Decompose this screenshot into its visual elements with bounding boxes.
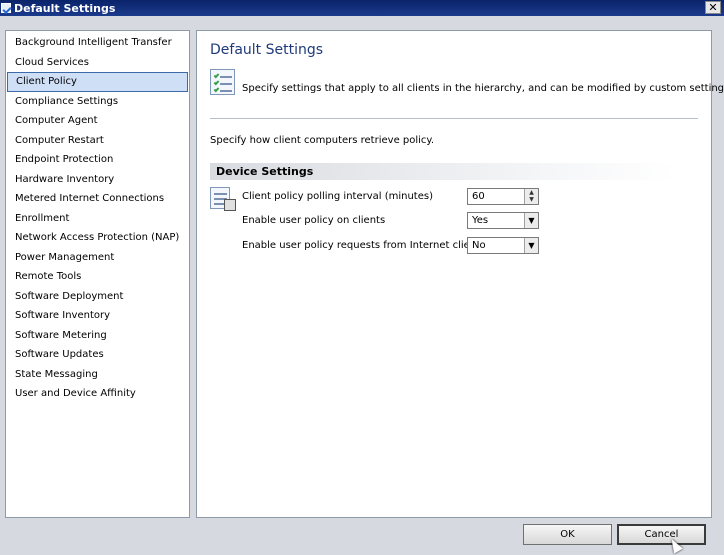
- settings-category-list: Background Intelligent Transfer Cloud Se…: [5, 30, 190, 518]
- intro-text: Specify settings that apply to all clien…: [242, 83, 724, 94]
- polling-interval-label: Client policy polling interval (minutes): [242, 191, 433, 202]
- chevron-down-icon[interactable]: ▼: [524, 238, 538, 253]
- sidebar-item-cloud-services[interactable]: Cloud Services: [7, 53, 188, 73]
- cancel-button[interactable]: Cancel: [617, 524, 706, 545]
- window-title: Default Settings: [14, 1, 116, 15]
- spinner-buttons[interactable]: ▲ ▼: [524, 189, 538, 204]
- section-description: Specify how client computers retrieve po…: [210, 135, 435, 146]
- spin-up-icon[interactable]: ▲: [525, 189, 538, 196]
- sidebar-item-compliance-settings[interactable]: Compliance Settings: [7, 92, 188, 112]
- settings-panel: Default Settings Specify settings that a…: [196, 30, 724, 518]
- checklist-icon: [210, 69, 235, 95]
- sidebar-item-software-deployment[interactable]: Software Deployment: [7, 287, 188, 307]
- title-bar: Default Settings ✕: [0, 0, 724, 16]
- sidebar-item-client-policy[interactable]: Client Policy: [7, 72, 188, 92]
- sidebar-item-background-intelligent-transfer[interactable]: Background Intelligent Transfer: [7, 33, 188, 53]
- internet-policy-label: Enable user policy requests from Interne…: [242, 240, 486, 251]
- sidebar-item-remote-tools[interactable]: Remote Tools: [7, 267, 188, 287]
- sidebar-item-network-access-protection[interactable]: Network Access Protection (NAP): [7, 228, 188, 248]
- polling-interval-spinner[interactable]: 60 ▲ ▼: [467, 188, 539, 205]
- internet-policy-dropdown[interactable]: No ▼: [467, 237, 539, 254]
- spin-down-icon[interactable]: ▼: [525, 196, 538, 203]
- sidebar-item-endpoint-protection[interactable]: Endpoint Protection: [7, 150, 188, 170]
- chevron-down-icon[interactable]: ▼: [524, 213, 538, 228]
- sidebar-item-computer-agent[interactable]: Computer Agent: [7, 111, 188, 131]
- app-icon: [1, 3, 11, 13]
- user-policy-dropdown[interactable]: Yes ▼: [467, 212, 539, 229]
- device-settings-icon: [210, 187, 238, 213]
- sidebar-item-power-management[interactable]: Power Management: [7, 248, 188, 268]
- sidebar-item-computer-restart[interactable]: Computer Restart: [7, 131, 188, 151]
- internet-policy-value: No: [472, 240, 486, 251]
- sidebar-item-metered-internet-connections[interactable]: Metered Internet Connections: [7, 189, 188, 209]
- divider: [210, 118, 698, 119]
- polling-interval-value: 60: [472, 191, 485, 202]
- sidebar-item-user-and-device-affinity[interactable]: User and Device Affinity: [7, 384, 188, 404]
- user-policy-value: Yes: [472, 215, 489, 226]
- user-policy-label: Enable user policy on clients: [242, 215, 386, 226]
- sidebar-item-software-inventory[interactable]: Software Inventory: [7, 306, 188, 326]
- sidebar-item-software-metering[interactable]: Software Metering: [7, 326, 188, 346]
- close-button[interactable]: ✕: [705, 1, 721, 14]
- group-header: Device Settings: [210, 163, 674, 180]
- ok-button[interactable]: OK: [523, 524, 612, 545]
- sidebar-item-software-updates[interactable]: Software Updates: [7, 345, 188, 365]
- page-title: Default Settings: [210, 42, 324, 58]
- sidebar-item-enrollment[interactable]: Enrollment: [7, 209, 188, 229]
- sidebar-item-state-messaging[interactable]: State Messaging: [7, 365, 188, 385]
- sidebar-item-hardware-inventory[interactable]: Hardware Inventory: [7, 170, 188, 190]
